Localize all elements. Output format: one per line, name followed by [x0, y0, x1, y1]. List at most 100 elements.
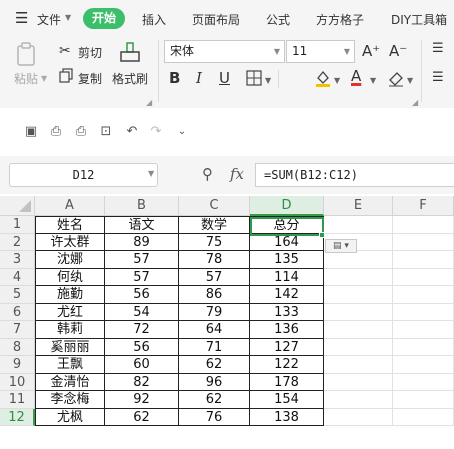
cell-d1[interactable]: 总分 [250, 216, 324, 234]
copy-button[interactable]: 复制 [78, 70, 102, 87]
row-header-4[interactable]: 4 [0, 268, 35, 286]
cell-d3[interactable]: 135 [250, 251, 324, 269]
row-header-10[interactable]: 10 [0, 373, 35, 391]
cell-f2[interactable] [393, 233, 454, 251]
cell-b3[interactable]: 57 [105, 251, 179, 269]
cell-d9[interactable]: 122 [250, 356, 324, 374]
cell-d10[interactable]: 178 [250, 373, 324, 391]
cell-f5[interactable] [393, 286, 454, 304]
file-dropdown-icon[interactable]: ▼ [65, 13, 71, 22]
cell-a3[interactable]: 沈娜 [35, 251, 105, 269]
cell-d8[interactable]: 127 [250, 338, 324, 356]
align-top-icon[interactable]: ☰ [432, 40, 444, 58]
row-header-5[interactable]: 5 [0, 286, 35, 304]
font-size-select[interactable]: 11 ▼ [286, 40, 355, 63]
undo-icon[interactable]: ↶ [124, 124, 140, 140]
fill-color-icon[interactable] [314, 69, 332, 87]
cell-b7[interactable]: 72 [105, 321, 179, 339]
menu-icon[interactable]: ☰ [15, 9, 28, 27]
cell-b1[interactable]: 语文 [105, 216, 179, 234]
cell-f1[interactable] [393, 216, 454, 234]
font-name-select[interactable]: 宋体 ▼ [164, 40, 285, 63]
cell-a8[interactable]: 奚丽丽 [35, 338, 105, 356]
column-header-c[interactable]: C [179, 196, 250, 216]
file-menu[interactable]: 文件 [37, 11, 61, 28]
name-box[interactable]: D12 [9, 163, 158, 187]
cell-d4[interactable]: 114 [250, 268, 324, 286]
eraser-icon[interactable] [387, 69, 405, 87]
cut-button[interactable]: 剪切 [78, 44, 102, 61]
cell-c6[interactable]: 79 [179, 303, 250, 321]
column-header-d[interactable]: D [250, 196, 324, 216]
cell-f11[interactable] [393, 391, 454, 409]
cell-b11[interactable]: 92 [105, 391, 179, 409]
fill-color-dropdown-icon[interactable]: ▼ [334, 76, 340, 85]
cell-c11[interactable]: 62 [179, 391, 250, 409]
cell-e8[interactable] [324, 338, 393, 356]
cell-e10[interactable] [324, 373, 393, 391]
cell-b6[interactable]: 54 [105, 303, 179, 321]
cell-a6[interactable]: 尤红 [35, 303, 105, 321]
paste-label[interactable]: 粘贴 [14, 70, 38, 87]
cell-b5[interactable]: 56 [105, 286, 179, 304]
select-all-corner[interactable] [0, 196, 35, 216]
cell-f8[interactable] [393, 338, 454, 356]
cell-d5[interactable]: 142 [250, 286, 324, 304]
print-icon[interactable]: ⎙ [73, 124, 89, 140]
clipboard-launcher-icon[interactable]: ◢ [146, 98, 152, 107]
name-box-dropdown-icon[interactable]: ▼ [148, 169, 154, 178]
italic-button[interactable]: I [196, 69, 202, 87]
cell-a11[interactable]: 李念梅 [35, 391, 105, 409]
cell-f9[interactable] [393, 356, 454, 374]
underline-button[interactable]: U [219, 69, 230, 87]
cell-e5[interactable] [324, 286, 393, 304]
tab-formulas[interactable]: 公式 [266, 11, 290, 28]
cell-a1[interactable]: 姓名 [35, 216, 105, 234]
tab-start[interactable]: 开始 [83, 8, 125, 29]
column-header-b[interactable]: B [105, 196, 179, 216]
cell-b2[interactable]: 89 [105, 233, 179, 251]
cell-e12[interactable] [324, 408, 393, 426]
align-left-icon[interactable]: ☰ [432, 69, 444, 87]
search-icon[interactable]: ⚲ [202, 165, 213, 183]
cell-c5[interactable]: 86 [179, 286, 250, 304]
copy-icon[interactable] [59, 68, 74, 83]
cell-f12[interactable] [393, 408, 454, 426]
cell-e4[interactable] [324, 268, 393, 286]
formula-input[interactable]: =SUM(B12:C12) [255, 163, 454, 187]
row-header-11[interactable]: 11 [0, 391, 35, 409]
cell-a9[interactable]: 王飘 [35, 356, 105, 374]
cell-f6[interactable] [393, 303, 454, 321]
paste-icon[interactable] [14, 42, 40, 68]
fx-button[interactable]: fx [230, 165, 244, 183]
cell-f3[interactable] [393, 251, 454, 269]
row-header-3[interactable]: 3 [0, 251, 35, 269]
cell-f7[interactable] [393, 321, 454, 339]
redo-icon[interactable]: ↷ [148, 124, 164, 140]
cell-c8[interactable]: 71 [179, 338, 250, 356]
cell-e1[interactable] [324, 216, 393, 234]
cell-a10[interactable]: 金清怡 [35, 373, 105, 391]
cell-c4[interactable]: 57 [179, 268, 250, 286]
cell-a2[interactable]: 许太群 [35, 233, 105, 251]
print-preview-icon[interactable]: ⎙ [48, 124, 64, 140]
format-painter-button[interactable]: 格式刷 [112, 70, 148, 87]
column-header-f[interactable]: F [393, 196, 454, 216]
paste-dropdown-icon[interactable]: ▼ [41, 74, 47, 83]
paste-options-icon[interactable]: ▤ ▾ [325, 239, 357, 253]
row-header-2[interactable]: 2 [0, 233, 35, 251]
cell-e7[interactable] [324, 321, 393, 339]
cell-d7[interactable]: 136 [250, 321, 324, 339]
increase-font-button[interactable]: A⁺ [362, 42, 380, 60]
row-header-12[interactable]: 12 [0, 408, 35, 426]
cell-d2[interactable]: 164 [250, 233, 324, 251]
tab-insert[interactable]: 插入 [142, 11, 166, 28]
tab-diy-toolbox[interactable]: DIY工具箱 [391, 11, 447, 28]
tab-page-layout[interactable]: 页面布局 [192, 11, 240, 28]
cell-c7[interactable]: 64 [179, 321, 250, 339]
cell-e3[interactable] [324, 251, 393, 269]
row-header-6[interactable]: 6 [0, 303, 35, 321]
cell-f10[interactable] [393, 373, 454, 391]
decrease-font-button[interactable]: A⁻ [389, 42, 407, 60]
cell-a12[interactable]: 尤枫 [35, 408, 105, 426]
